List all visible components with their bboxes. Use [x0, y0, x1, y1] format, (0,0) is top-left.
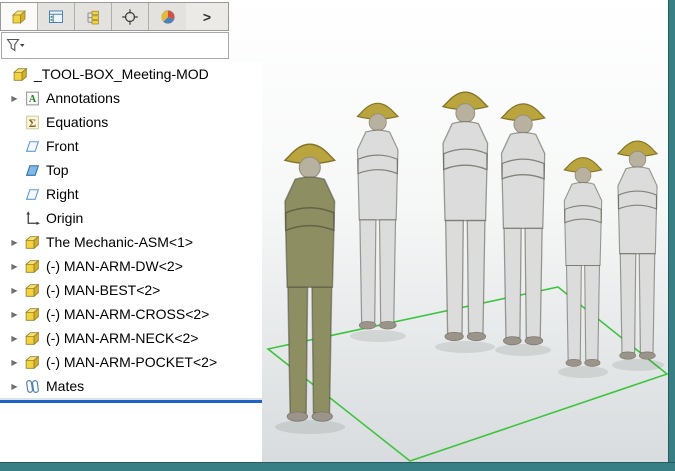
origin-icon — [24, 210, 41, 227]
panel-empty-area — [0, 403, 262, 462]
expand-arrow[interactable]: ▶ — [5, 358, 24, 367]
figure-worker-glasses[interactable] — [563, 157, 603, 367]
tab-dimxpertmanager[interactable] — [112, 3, 149, 30]
tab-propertymanager[interactable] — [38, 3, 75, 30]
tree-item-label: (-) MAN-ARM-DW<2> — [46, 258, 183, 274]
displaymanager-icon — [160, 9, 175, 24]
tree-item-label: Mates — [46, 378, 85, 394]
front-plane-icon — [24, 138, 41, 155]
annotations-icon: A — [24, 90, 41, 107]
tree-item-label: (-) MAN-ARM-NECK<2> — [46, 330, 199, 346]
component-icon — [24, 282, 41, 299]
component-icon — [24, 306, 41, 323]
tab-featuremanager[interactable] — [1, 3, 38, 30]
tree-item-top-plane[interactable]: Top — [0, 158, 262, 182]
tree-item-label: Equations — [46, 114, 109, 130]
tree-item-mates[interactable]: ▶ Mates — [0, 374, 262, 398]
expand-arrow[interactable]: ▶ — [5, 286, 24, 295]
tree-item-right-plane[interactable]: Right — [0, 182, 262, 206]
tab-overflow-chevron[interactable]: > — [186, 3, 228, 30]
tree-item-man-arm-neck[interactable]: ▶ (-) MAN-ARM-NECK<2> — [0, 326, 262, 350]
tree-item-front-plane[interactable]: Front — [0, 134, 262, 158]
tree-item-label: (-) MAN-ARM-CROSS<2> — [46, 306, 210, 322]
figure-mechanic[interactable] — [284, 143, 336, 422]
figure-worker-right[interactable] — [617, 140, 658, 360]
tree-item-man-best[interactable]: ▶ (-) MAN-BEST<2> — [0, 278, 262, 302]
top-plane-icon — [24, 162, 41, 179]
tree-item-label: _TOOL-BOX_Meeting-MOD — [34, 66, 209, 82]
tree-item-label: (-) MAN-ARM-POCKET<2> — [46, 354, 218, 370]
assembly-icon — [12, 66, 29, 83]
expand-arrow[interactable]: ▶ — [5, 334, 24, 343]
dimxpertmanager-icon — [122, 8, 138, 25]
svg-text:Σ: Σ — [29, 116, 37, 129]
tree-item-label: The Mechanic-ASM<1> — [46, 234, 194, 250]
component-icon — [24, 258, 41, 275]
configurationmanager-icon — [87, 10, 99, 24]
tree-item-man-arm-cross[interactable]: ▶ (-) MAN-ARM-CROSS<2> — [0, 302, 262, 326]
tree-item-the-mechanic-asm[interactable]: ▶ The Mechanic-ASM<1> — [0, 230, 262, 254]
mates-icon — [24, 378, 41, 395]
feature-tree: _TOOL-BOX_Meeting-MOD ▶ A Annotations Σ … — [0, 62, 262, 398]
component-icon — [24, 234, 41, 251]
component-icon — [24, 354, 41, 371]
tree-item-man-arm-pocket[interactable]: ▶ (-) MAN-ARM-POCKET<2> — [0, 350, 262, 374]
featuremanager-panel: > _TOOL-BOX_Meeting-MOD ▶ A Annotations … — [0, 0, 262, 462]
window-frame-bottom — [0, 462, 675, 471]
tab-displaymanager[interactable] — [149, 3, 186, 30]
expand-arrow[interactable]: ▶ — [5, 310, 24, 319]
tree-item-label: (-) MAN-BEST<2> — [46, 282, 161, 298]
tree-item-annotations[interactable]: ▶ A Annotations — [0, 86, 262, 110]
tab-configurationmanager[interactable] — [75, 3, 112, 30]
manager-tab-strip: > — [0, 2, 229, 31]
tree-item-label: Front — [46, 138, 79, 154]
equations-icon: Σ — [24, 114, 41, 131]
tree-item-man-arm-dw[interactable]: ▶ (-) MAN-ARM-DW<2> — [0, 254, 262, 278]
expand-arrow[interactable]: ▶ — [5, 238, 24, 247]
filter-input[interactable] — [29, 36, 228, 55]
tree-item-equations[interactable]: Σ Equations — [0, 110, 262, 134]
tree-item-label: Top — [46, 162, 69, 178]
expand-arrow[interactable]: ▶ — [5, 262, 24, 271]
filter-funnel-icon[interactable] — [6, 38, 26, 53]
propertymanager-icon — [49, 10, 63, 23]
right-plane-icon — [24, 186, 41, 203]
tree-item-label: Right — [46, 186, 79, 202]
figure-worker-vest[interactable] — [442, 91, 489, 342]
figure-worker-arms-crossed-2[interactable] — [500, 103, 546, 346]
component-icon — [24, 330, 41, 347]
tree-item-label: Annotations — [46, 90, 120, 106]
expand-arrow[interactable]: ▶ — [5, 382, 24, 391]
figure-shadows — [275, 330, 664, 434]
tree-item-origin[interactable]: Origin — [0, 206, 262, 230]
window-frame-right — [668, 0, 675, 471]
tree-root-assembly[interactable]: _TOOL-BOX_Meeting-MOD — [0, 62, 262, 86]
filter-bar[interactable] — [1, 32, 229, 59]
expand-arrow[interactable]: ▶ — [5, 94, 24, 103]
figure-worker-arms-crossed-1[interactable] — [356, 102, 399, 330]
tree-item-label: Origin — [46, 210, 84, 226]
svg-text:A: A — [29, 94, 37, 105]
featuremanager-icon — [11, 9, 27, 24]
